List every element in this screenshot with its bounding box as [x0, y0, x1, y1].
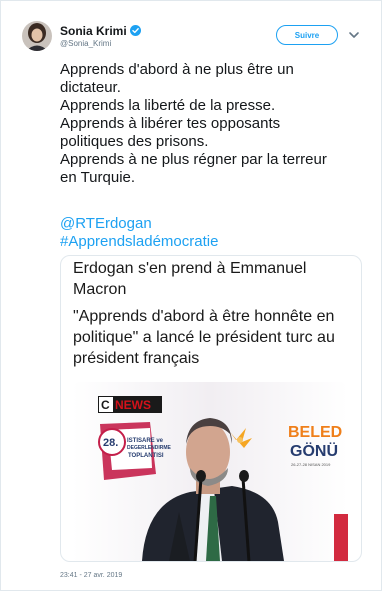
tweet-links: @RTErdogan #Apprendsladémocratie: [60, 215, 218, 251]
media-caption: Erdogan s'en prend à Emmanuel Macron "Ap…: [73, 258, 358, 369]
user-name-text[interactable]: Sonia Krimi: [60, 24, 127, 38]
follow-button[interactable]: Suivre: [276, 25, 338, 45]
user-handle[interactable]: @Sonia_Krimi: [60, 39, 111, 48]
media-card[interactable]: Erdogan s'en prend à Emmanuel Macron "Ap…: [60, 255, 362, 562]
tweet-text-line: Apprends d'abord à ne plus être un: [60, 61, 294, 78]
hashtag-link[interactable]: #Apprendsladémocratie: [60, 233, 218, 251]
avatar[interactable]: [22, 21, 52, 51]
sign-line: GÖNÜ: [290, 441, 338, 460]
banner-line: TOPLANTISI: [128, 453, 164, 459]
mention-link[interactable]: @RTErdogan: [60, 215, 218, 233]
video-thumbnail[interactable]: C NEWS 28. ISTISARE ve DEGERLENDIRME TOP…: [72, 382, 348, 561]
svg-text:C: C: [101, 398, 110, 412]
caption-line: président français: [73, 350, 200, 367]
svg-text:NEWS: NEWS: [115, 398, 151, 412]
banner-line: ISTISARE ve: [127, 438, 164, 444]
tweet-text-line: dictateur.: [60, 79, 121, 96]
tweet-text-line: Apprends la liberté de la presse.: [60, 97, 276, 114]
banner-line: DEGERLENDIRME: [127, 445, 172, 451]
caption-line: Erdogan s'en prend à Emmanuel: [73, 260, 307, 277]
tweet-card: Sonia Krimi @Sonia_Krimi Suivre Apprends…: [0, 0, 382, 591]
banner-number: 28.: [103, 437, 118, 449]
verified-badge-icon: [129, 25, 141, 36]
sign-line: BELED: [288, 424, 342, 441]
caption-line: Macron: [73, 281, 127, 298]
timestamp[interactable]: 23:41 - 27 avr. 2019: [60, 572, 122, 579]
user-name[interactable]: Sonia Krimi: [60, 24, 141, 38]
caption-line: politique" a lancé le président turc au: [73, 329, 335, 346]
tweet-text-line: politiques des prisons.: [60, 133, 209, 150]
tweet-text: Apprends d'abord à ne plus être un dicta…: [60, 61, 360, 187]
cnews-logo: C NEWS: [98, 396, 162, 413]
tweet-text-line: Apprends à libérer tes opposants: [60, 115, 281, 132]
sign-small: 26-27-28 NISAN 2019: [291, 462, 331, 467]
tweet-text-line: Apprends à ne plus régner par la terreur: [60, 151, 327, 168]
tweet-text-line: en Turquie.: [60, 169, 136, 186]
chevron-down-icon[interactable]: [348, 30, 360, 40]
caption-line: "Apprends d'abord à être honnête en: [73, 308, 335, 325]
